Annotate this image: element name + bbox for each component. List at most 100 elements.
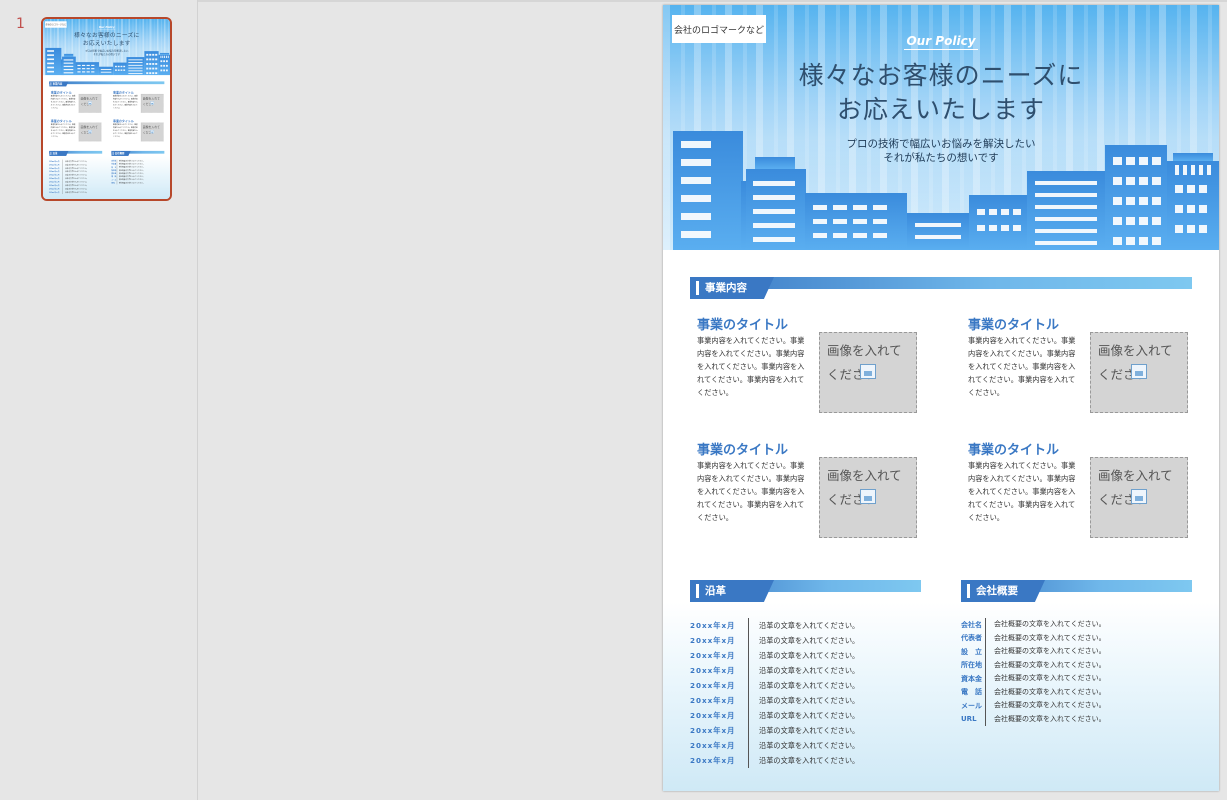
thumb-insert-picture-icon xyxy=(88,101,92,105)
company-text: 会社概要の文章を入れてください。 xyxy=(985,631,1106,645)
heading-tab: 事業内容 xyxy=(690,277,774,299)
thumb-history-list: 20xx年x月 沿革の文章を入れてください。 20xx年x月 沿革の文章を入れてくださ… xyxy=(49,159,104,195)
thumb-heading-tab: 事業内容 xyxy=(49,81,69,87)
company-text: 会社概要の文章を入れてください。 xyxy=(985,618,1106,632)
insert-picture-icon[interactable] xyxy=(1131,489,1147,504)
history-row: 20xx年x月 沿革の文章を入れてください。 xyxy=(690,708,930,723)
history-row: 20xx年x月 沿革の文章を入れてください。 xyxy=(690,633,930,648)
image-placeholder[interactable]: 画像を入れてください xyxy=(1090,332,1188,413)
thumb-subtitle: プロの技術で幅広いお悩みを解決したい それが私たちの想いです xyxy=(43,49,170,56)
business-item-text: 事業内容を入れてください。事業内容を入れてください。事業内容を入れてください。事… xyxy=(968,336,1076,397)
company-row: メール 会社概要の文章を入れてください。 xyxy=(961,699,1201,713)
thumb-subtitle-line-2: それが私たちの想いです xyxy=(93,52,120,56)
slide-thumbnail-preview: 会社のロゴマークなど Our Policy 様々なお客様のニーズに お応えいたし… xyxy=(43,19,170,199)
company-heading[interactable]: 会社概要 xyxy=(961,580,1192,602)
history-date: 20xx年x月 xyxy=(690,740,736,750)
company-text: 会社概要の文章を入れてください。 xyxy=(985,685,1106,699)
history-text: 沿革の文章を入れてください。 xyxy=(748,723,859,738)
company-row: 電 話会社概要の文章を入れてください。 xyxy=(961,685,1201,699)
subtitle-line-2: それが私たちの想いです xyxy=(883,152,999,164)
thumb-heading-tab: 沿革 xyxy=(49,150,69,156)
thumb-business-item-text: 事業内容を入れてください。事業内容を入れてください。事業内容を入れてください。事… xyxy=(112,123,138,138)
thumb-image-placeholder: 画像を入れてください xyxy=(78,122,102,142)
thumb-heading-tab: 会社概要 xyxy=(111,150,131,156)
business-item-title: 事業のタイトル xyxy=(697,318,789,333)
history-text: 沿革の文章を入れてください。 xyxy=(748,708,859,723)
thumb-company-row: URL 会社概要の文章を入れてください。 xyxy=(111,181,166,185)
thumb-header-banner: 会社のロゴマークなど Our Policy 様々なお客様のニーズに お応えいたし… xyxy=(43,19,170,76)
image-placeholder-text: 画像を入れてください xyxy=(1098,468,1173,507)
thumb-business-item: 事業のタイトル 事業内容を入れてください。事業内容を入れてください。事業内容を入… xyxy=(113,90,166,115)
history-row: 20xx年x月 沿革の文章を入れてください。 xyxy=(690,618,930,633)
page-title[interactable]: 様々なお客様のニーズに お応えいたします xyxy=(663,59,1219,127)
business-item[interactable]: 事業のタイトル 事業内容を入れてください。事業内容を入れてください。事業内容を入… xyxy=(697,439,927,549)
history-text: 沿革の文章を入れてください。 xyxy=(748,678,859,693)
business-item-title: 事業のタイトル xyxy=(697,443,789,458)
image-placeholder-text: 画像を入れてください xyxy=(1098,343,1173,382)
insert-picture-icon[interactable] xyxy=(860,364,876,379)
company-label: 資本金 xyxy=(961,674,982,683)
history-date: 20xx年x月 xyxy=(690,635,736,645)
insert-picture-icon[interactable] xyxy=(860,489,876,504)
history-text: 沿革の文章を入れてください。 xyxy=(748,753,859,768)
thumb-policy-label: Our Policy xyxy=(43,25,170,30)
history-text: 沿革の文章を入れてください。 xyxy=(748,738,859,753)
thumb-history-text: 沿革の文章を入れてください。 xyxy=(62,190,88,195)
history-text: 沿革の文章を入れてください。 xyxy=(748,648,859,663)
image-placeholder[interactable]: 画像を入れてください xyxy=(819,457,917,538)
business-item-text: 事業内容を入れてください。事業内容を入れてください。事業内容を入れてください。事… xyxy=(697,461,805,522)
company-label: 設 立 xyxy=(961,647,982,656)
thumb-business-item-text: 事業内容を入れてください。事業内容を入れてください。事業内容を入れてください。事… xyxy=(112,94,138,109)
history-row: 20xx年x月 沿革の文章を入れてください。 xyxy=(690,648,930,663)
insert-picture-icon[interactable] xyxy=(1131,364,1147,379)
subtitle[interactable]: プロの技術で幅広いお悩みを解決したい それが私たちの想いです xyxy=(663,137,1219,165)
heading-tab: 沿革 xyxy=(690,580,774,602)
thumb-history-date: 20xx年x月 xyxy=(49,167,60,170)
thumb-image-placeholder: 画像を入れてください xyxy=(78,94,102,113)
thumb-history-date: 20xx年x月 xyxy=(49,177,60,180)
company-info-list[interactable]: 会社名 会社概要の文章を入れてください。 代表者 会社概要の文章を入れてください。設 … xyxy=(961,618,1201,726)
slide-thumbnail-pane[interactable]: 1 会社のロゴマークなど Our Policy 様々なお客様のニーズに お応えい… xyxy=(0,0,198,800)
slide-canvas[interactable]: 会社のロゴマークなど Our Policy 様々なお客様のニーズに お応えいたし… xyxy=(663,5,1219,791)
history-row: 20xx年x月 沿革の文章を入れてください。 xyxy=(690,738,930,753)
history-row: 20xx年x月 沿革の文章を入れてください。 xyxy=(690,663,930,678)
company-label: 電 話 xyxy=(961,688,982,697)
slide-thumbnail[interactable]: 会社のロゴマークなど Our Policy 様々なお客様のニーズに お応えいたし… xyxy=(41,17,172,201)
thumb-business-item: 事業のタイトル 事業内容を入れてください。事業内容を入れてください。事業内容を入… xyxy=(51,90,104,115)
business-heading[interactable]: 事業内容 xyxy=(690,277,1192,299)
thumb-business-item-text: 事業内容を入れてください。事業内容を入れてください。事業内容を入れてください。事… xyxy=(50,123,76,138)
image-placeholder[interactable]: 画像を入れてください xyxy=(819,332,917,413)
history-date: 20xx年x月 xyxy=(690,725,736,735)
business-item[interactable]: 事業のタイトル 事業内容を入れてください。事業内容を入れてください。事業内容を入… xyxy=(968,314,1198,424)
thumb-business-item: 事業のタイトル 事業内容を入れてください。事業内容を入れてください。事業内容を入… xyxy=(113,119,166,144)
thumb-title-line-1: 様々なお客様のニーズに xyxy=(74,31,140,39)
business-item[interactable]: 事業のタイトル 事業内容を入れてください。事業内容を入れてください。事業内容を入… xyxy=(697,314,927,424)
thumb-company-text: 会社概要の文章を入れてください。 xyxy=(116,181,145,185)
company-row: 所在地 会社概要の文章を入れてください。 xyxy=(961,658,1201,672)
company-label: 所在地 xyxy=(961,661,982,670)
history-row: 20xx年x月 沿革の文章を入れてください。 xyxy=(690,693,930,708)
thumb-history-date: 20xx年x月 xyxy=(49,184,60,187)
company-row: 資本金 会社概要の文章を入れてください。 xyxy=(961,672,1201,686)
company-label: URL xyxy=(961,715,977,724)
history-row: 20xx年x月 沿革の文章を入れてください。 xyxy=(690,753,930,768)
history-heading[interactable]: 沿革 xyxy=(690,580,921,602)
subtitle-line-1: プロの技術で幅広いお悩みを解決したい xyxy=(846,138,1036,150)
history-date: 20xx年x月 xyxy=(690,665,736,675)
thumb-history-date: 20xx年x月 xyxy=(49,180,60,183)
thumb-page-title: 様々なお客様のニーズに お応えいたします xyxy=(43,31,170,47)
company-text: 会社概要の文章を入れてください。 xyxy=(985,645,1106,659)
history-date: 20xx年x月 xyxy=(690,680,736,690)
company-label: 会社名 xyxy=(961,620,982,629)
business-item-text: 事業内容を入れてください。事業内容を入れてください。事業内容を入れてください。事… xyxy=(968,461,1076,522)
thumb-history-row: 20xx年x月 沿革の文章を入れてください。 xyxy=(49,190,104,195)
title-line-1: 様々なお客様のニーズに xyxy=(798,61,1084,90)
history-row: 20xx年x月 沿革の文章を入れてください。 xyxy=(690,723,930,738)
history-list[interactable]: 20xx年x月 沿革の文章を入れてください。 20xx年x月 沿革の文章を入れてくださ… xyxy=(690,618,930,768)
company-row: 代表者 会社概要の文章を入れてください。 xyxy=(961,631,1201,645)
image-placeholder-text: 画像を入れてください xyxy=(827,468,902,507)
thumb-history-date: 20xx年x月 xyxy=(49,163,60,166)
slide-page: 会社のロゴマークなど Our Policy 様々なお客様のニーズに お応えいたし… xyxy=(663,5,1219,791)
image-placeholder[interactable]: 画像を入れてください xyxy=(1090,457,1188,538)
business-item[interactable]: 事業のタイトル 事業内容を入れてください。事業内容を入れてください。事業内容を入… xyxy=(968,439,1198,549)
